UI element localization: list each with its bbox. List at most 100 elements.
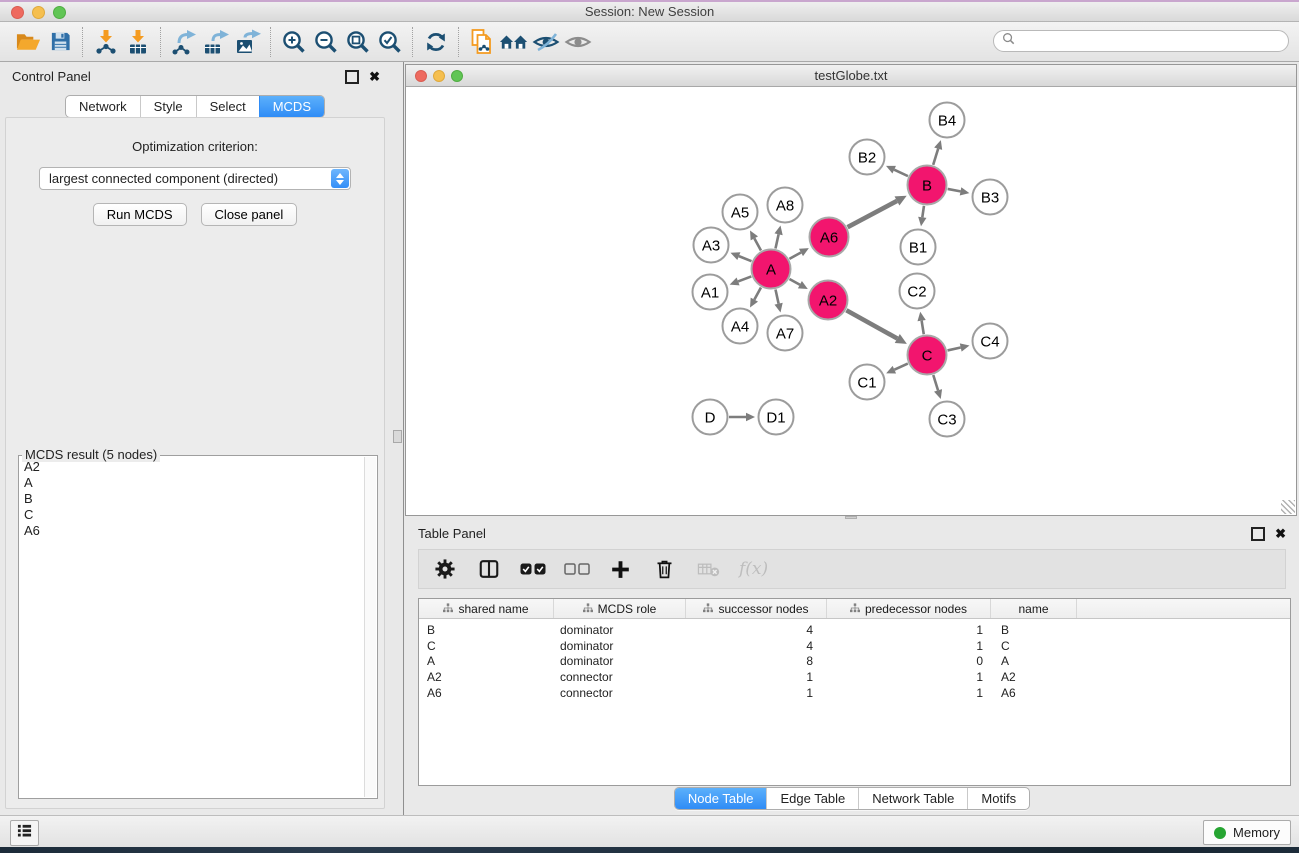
edge-A-A3[interactable] xyxy=(730,252,751,261)
cell-name[interactable]: A xyxy=(991,654,1077,668)
delete-table-icon[interactable] xyxy=(695,556,722,583)
cell-name[interactable]: A6 xyxy=(991,686,1077,700)
edge-C-C2[interactable] xyxy=(917,312,925,335)
tab-network[interactable]: Network xyxy=(66,96,140,117)
float-panel-icon[interactable] xyxy=(345,70,359,84)
criterion-dropdown[interactable]: largest connected component (directed) xyxy=(39,167,351,190)
column-header-predecessor-nodes[interactable]: predecessor nodes xyxy=(827,599,991,618)
function-builder-icon[interactable]: f(x) xyxy=(739,556,768,583)
horizontal-divider-grip[interactable] xyxy=(845,516,857,519)
result-list-item[interactable]: B xyxy=(24,491,363,507)
edge-A2-C[interactable] xyxy=(846,310,907,344)
node-D1[interactable]: D1 xyxy=(759,400,794,435)
result-list-scrollbar[interactable] xyxy=(364,457,376,797)
refresh-icon[interactable] xyxy=(420,26,452,58)
deselect-all-icon[interactable] xyxy=(563,556,590,583)
edge-C-C4[interactable] xyxy=(947,343,969,351)
tab-node-table[interactable]: Node Table xyxy=(675,788,767,809)
edge-B-B2[interactable] xyxy=(886,166,908,176)
close-table-panel-icon[interactable]: ✖ xyxy=(1275,528,1286,540)
delete-column-icon[interactable] xyxy=(651,556,678,583)
run-mcds-button[interactable]: Run MCDS xyxy=(93,203,187,226)
float-table-panel-icon[interactable] xyxy=(1251,527,1265,541)
export-table-icon[interactable] xyxy=(200,26,232,58)
open-session-icon[interactable] xyxy=(12,26,44,58)
node-A1[interactable]: A1 xyxy=(693,275,728,310)
gear-icon[interactable] xyxy=(431,556,458,583)
tab-style[interactable]: Style xyxy=(140,96,196,117)
cell-predecessor_nodes[interactable]: 1 xyxy=(827,670,991,684)
show-all-icon[interactable] xyxy=(562,26,594,58)
edge-A-A7[interactable] xyxy=(774,290,782,313)
tab-mcds[interactable]: MCDS xyxy=(259,96,324,117)
cell-predecessor_nodes[interactable]: 1 xyxy=(827,623,991,637)
column-header-successor-nodes[interactable]: successor nodes xyxy=(686,599,827,618)
edge-B-B4[interactable] xyxy=(933,140,942,165)
cell-mcds_role[interactable]: connector xyxy=(554,686,686,700)
hide-selected-icon[interactable] xyxy=(530,26,562,58)
node-A6[interactable]: A6 xyxy=(810,218,849,257)
split-columns-icon[interactable] xyxy=(475,556,502,583)
tab-edge-table[interactable]: Edge Table xyxy=(766,788,858,809)
cell-shared_name[interactable]: B xyxy=(419,623,554,637)
zoom-fit-icon[interactable] xyxy=(342,26,374,58)
cell-successor_nodes[interactable]: 1 xyxy=(686,686,827,700)
cell-mcds_role[interactable]: dominator xyxy=(554,623,686,637)
edge-D-D1[interactable] xyxy=(729,413,755,421)
edge-A6-B[interactable] xyxy=(848,196,907,227)
node-A2[interactable]: A2 xyxy=(809,281,848,320)
result-list-item[interactable]: A xyxy=(24,475,363,491)
tab-network-table[interactable]: Network Table xyxy=(858,788,967,809)
node-C[interactable]: C xyxy=(908,336,947,375)
zoom-out-icon[interactable] xyxy=(310,26,342,58)
node-B4[interactable]: B4 xyxy=(930,103,965,138)
edge-A-A4[interactable] xyxy=(750,287,761,307)
edge-A-A6[interactable] xyxy=(789,248,808,259)
edge-C-C1[interactable] xyxy=(886,364,908,374)
cell-successor_nodes[interactable]: 4 xyxy=(686,623,827,637)
edge-A-A1[interactable] xyxy=(730,276,752,285)
table-row[interactable]: Cdominator41C xyxy=(419,638,1290,654)
node-B1[interactable]: B1 xyxy=(901,230,936,265)
cell-successor_nodes[interactable]: 4 xyxy=(686,639,827,653)
result-list-item[interactable]: A6 xyxy=(24,523,363,539)
add-column-icon[interactable] xyxy=(607,556,634,583)
import-network-icon[interactable] xyxy=(90,26,122,58)
node-A7[interactable]: A7 xyxy=(768,316,803,351)
memory-button[interactable]: Memory xyxy=(1203,820,1291,845)
node-D[interactable]: D xyxy=(693,400,728,435)
edge-B-B1[interactable] xyxy=(918,206,926,226)
column-header-MCDS-role[interactable]: MCDS role xyxy=(554,599,686,618)
apply-layout-icon[interactable] xyxy=(498,26,530,58)
cell-name[interactable]: C xyxy=(991,639,1077,653)
zoom-in-icon[interactable] xyxy=(278,26,310,58)
select-all-icon[interactable] xyxy=(519,556,546,583)
import-table-icon[interactable] xyxy=(122,26,154,58)
cell-predecessor_nodes[interactable]: 1 xyxy=(827,686,991,700)
cell-predecessor_nodes[interactable]: 0 xyxy=(827,654,991,668)
cell-mcds_role[interactable]: connector xyxy=(554,670,686,684)
table-row[interactable]: Bdominator41B xyxy=(419,622,1290,638)
tab-motifs[interactable]: Motifs xyxy=(967,788,1029,809)
node-A8[interactable]: A8 xyxy=(768,188,803,223)
panel-divider-grip[interactable] xyxy=(393,430,402,443)
close-panel-button[interactable]: Close panel xyxy=(201,203,298,226)
network-canvas[interactable]: AA1A2A3A4A5A6A7A8BB1B2B3B4CC1C2C3C4DD1 xyxy=(406,87,1296,515)
edge-B-B3[interactable] xyxy=(948,187,970,195)
node-A[interactable]: A xyxy=(752,250,791,289)
edge-A-A8[interactable] xyxy=(774,226,782,249)
cell-mcds_role[interactable]: dominator xyxy=(554,654,686,668)
cell-shared_name[interactable]: A2 xyxy=(419,670,554,684)
cell-shared_name[interactable]: C xyxy=(419,639,554,653)
search-input[interactable] xyxy=(1020,33,1288,50)
table-row[interactable]: A2connector11A2 xyxy=(419,669,1290,685)
cell-successor_nodes[interactable]: 1 xyxy=(686,670,827,684)
export-network-icon[interactable] xyxy=(168,26,200,58)
node-C4[interactable]: C4 xyxy=(973,324,1008,359)
node-C1[interactable]: C1 xyxy=(850,365,885,400)
save-session-icon[interactable] xyxy=(44,26,76,58)
cell-successor_nodes[interactable]: 8 xyxy=(686,654,827,668)
table-row[interactable]: A6connector11A6 xyxy=(419,685,1290,701)
node-C2[interactable]: C2 xyxy=(900,274,935,309)
node-B3[interactable]: B3 xyxy=(973,180,1008,215)
